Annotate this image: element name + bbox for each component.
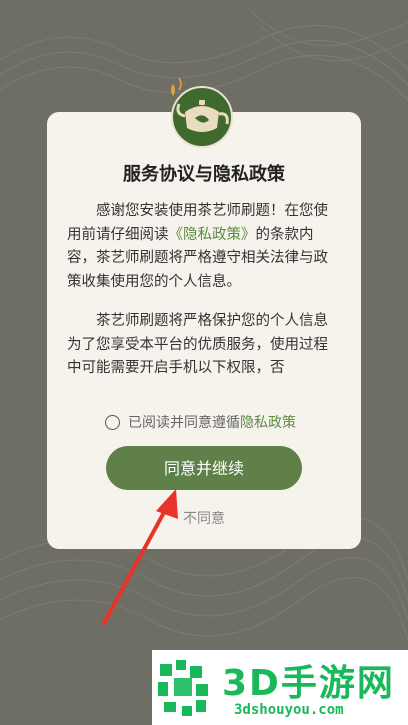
site-watermark: 3D手游网 3dshouyou.com xyxy=(152,650,408,725)
agree-label: 已阅读并同意遵循 xyxy=(128,415,240,431)
teapot-logo-icon xyxy=(171,77,233,148)
disagree-button[interactable]: 不同意 xyxy=(47,508,361,528)
pointer-arrow-icon xyxy=(102,489,178,625)
dialog-title: 服务协议与隐私政策 xyxy=(123,164,285,185)
intro-paragraph: 感谢您安装使用茶艺师刷题！在您使用前请仔细阅读《隐私政策》的条款内容，茶艺师刷题… xyxy=(67,200,341,294)
agree-radio[interactable] xyxy=(105,414,120,430)
watermark-url: 3dshouyou.com xyxy=(234,702,344,718)
privacy-policy-link[interactable]: 《隐私政策》 xyxy=(169,227,256,243)
agree-checkbox-row[interactable]: 已阅读并同意遵循 隐私政策 xyxy=(105,412,296,432)
agree-continue-button[interactable]: 同意并继续 xyxy=(106,446,302,490)
agree-privacy-link[interactable]: 隐私政策 xyxy=(240,412,296,432)
privacy-dialog: 服务协议与隐私政策 感谢您安装使用茶艺师刷题！在您使用前请仔细阅读《隐私政策》的… xyxy=(47,112,361,549)
watermark-title: 3D手游网 xyxy=(222,663,395,704)
3dshouyou-logo-icon xyxy=(158,660,208,716)
permissions-paragraph: 茶艺师刷题将严格保护您的个人信息为了您享受本平台的优质服务，使用过程中可能需要开… xyxy=(67,313,328,376)
